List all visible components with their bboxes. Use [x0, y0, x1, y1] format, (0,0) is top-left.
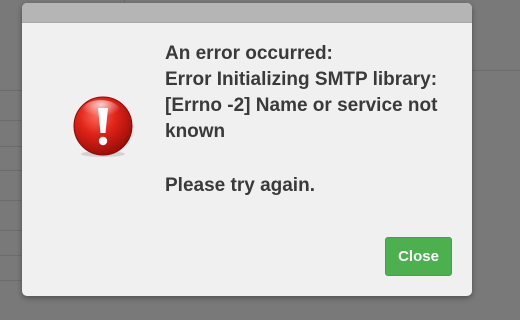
background-divider — [0, 90, 22, 91]
background-divider — [472, 70, 520, 71]
dialog-titlebar[interactable] — [22, 3, 472, 23]
background-divider — [0, 170, 22, 171]
error-message-line: known — [165, 121, 226, 142]
error-message-line: An error occurred: — [165, 43, 333, 64]
background-divider — [0, 120, 22, 121]
error-message: An error occurred: Error Initializing SM… — [165, 41, 465, 199]
retry-message: Please try again. — [165, 175, 315, 196]
background-divider — [0, 200, 22, 201]
close-button[interactable]: Close — [385, 237, 452, 276]
background-divider — [0, 280, 22, 281]
error-dialog: An error occurred: Error Initializing SM… — [22, 3, 472, 296]
exclamation-error-icon — [72, 96, 134, 158]
message-spacer — [165, 145, 465, 173]
error-message-line: Error Initializing SMTP library: — [165, 69, 438, 90]
error-message-line: [Errno -2] Name or service not — [165, 95, 438, 116]
background-divider — [0, 255, 22, 256]
background-divider — [0, 146, 22, 147]
background-divider — [0, 230, 22, 231]
